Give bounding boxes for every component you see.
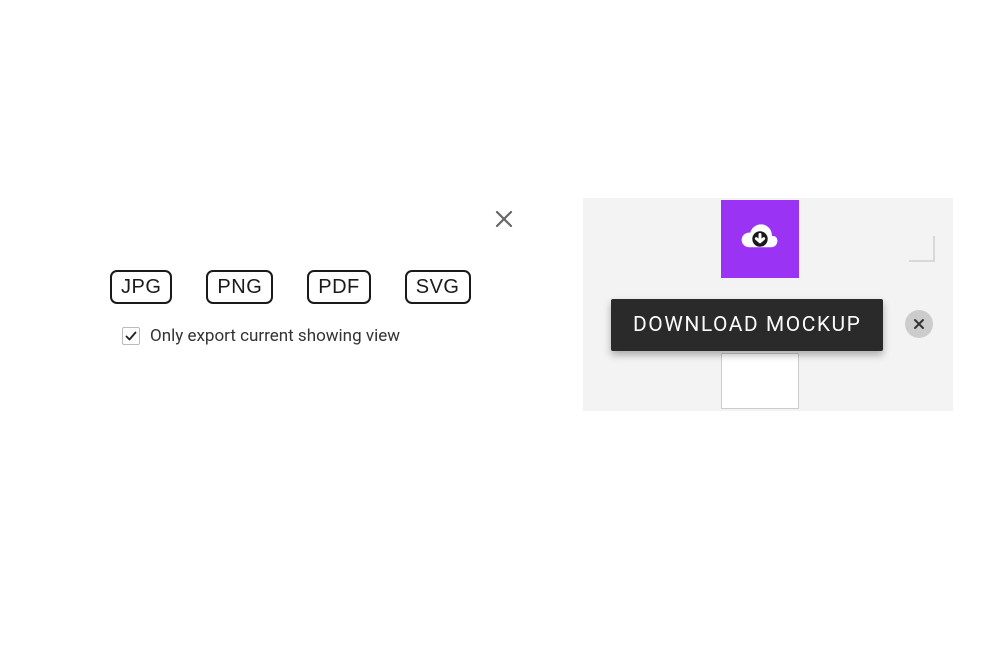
- export-current-view-label: Only export current showing view: [150, 326, 400, 346]
- download-mockup-tooltip: DOWNLOAD MOCKUP: [611, 299, 883, 351]
- thumbnail-frame: [721, 353, 799, 409]
- tooltip-close-button[interactable]: [905, 310, 933, 338]
- format-row: JPG PNG PDF SVG: [110, 270, 550, 304]
- export-current-view-row: Only export current showing view: [122, 326, 550, 346]
- export-panel: JPG PNG PDF SVG Only export current show…: [100, 200, 550, 346]
- export-current-view-checkbox[interactable]: [122, 327, 140, 345]
- close-icon: [911, 316, 927, 332]
- download-mockup-button[interactable]: [721, 200, 799, 278]
- format-jpg-button[interactable]: JPG: [110, 270, 172, 304]
- format-png-button[interactable]: PNG: [206, 270, 273, 304]
- preview-panel: DOWNLOAD MOCKUP: [583, 198, 953, 411]
- wireframe-marks: [865, 218, 935, 288]
- format-svg-button[interactable]: SVG: [405, 270, 471, 304]
- cloud-download-icon: [738, 217, 782, 261]
- checkmark-icon: [124, 329, 138, 343]
- format-pdf-button[interactable]: PDF: [307, 270, 371, 304]
